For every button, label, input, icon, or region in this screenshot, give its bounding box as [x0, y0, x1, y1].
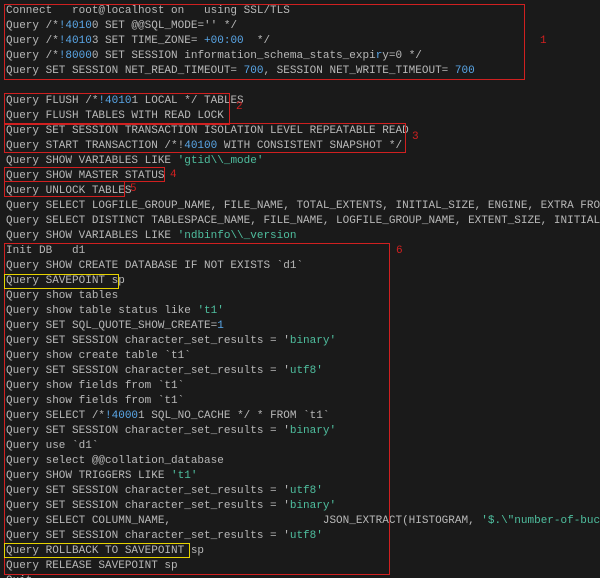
log-line: Query SET SESSION character_set_results … — [6, 334, 594, 349]
log-lines: Connect root@localhost on using SSL/TLSQ… — [6, 4, 594, 578]
log-line: Query SHOW MASTER STATUS — [6, 169, 594, 184]
log-line: Query SELECT /*!40001 SQL_NO_CACHE */ * … — [6, 409, 594, 424]
log-line: Query SELECT DISTINCT TABLESPACE_NAME, F… — [6, 214, 594, 229]
log-line: Query UNLOCK TABLES — [6, 184, 594, 199]
log-line: Query /*!40100 SET @@SQL_MODE='' */ — [6, 19, 594, 34]
log-line: Query SET SQL_QUOTE_SHOW_CREATE=1 — [6, 319, 594, 334]
log-line: Query SET SESSION character_set_results … — [6, 424, 594, 439]
terminal-screen: Connect root@localhost on using SSL/TLSQ… — [0, 0, 600, 578]
log-line: Query FLUSH /*!40101 LOCAL */ TABLES — [6, 94, 594, 109]
log-line: Query /*!80000 SET SESSION information_s… — [6, 49, 594, 64]
log-line: Query SET SESSION character_set_results … — [6, 484, 594, 499]
log-line: Quit — [6, 574, 594, 578]
log-line: Query SET SESSION character_set_results … — [6, 499, 594, 514]
log-line: Query SELECT LOGFILE_GROUP_NAME, FILE_NA… — [6, 199, 594, 214]
log-line: Query FLUSH TABLES WITH READ LOCK — [6, 109, 594, 124]
log-line: Query show fields from `t1` — [6, 394, 594, 409]
log-line: Query use `d1` — [6, 439, 594, 454]
log-line: Query SET SESSION character_set_results … — [6, 529, 594, 544]
log-line: Init DB d1 — [6, 244, 594, 259]
log-line: Query SET SESSION NET_READ_TIMEOUT= 700,… — [6, 64, 594, 79]
log-line — [6, 79, 594, 94]
log-line: Query SHOW VARIABLES LIKE 'gtid\\_mode' — [6, 154, 594, 169]
log-line: Query SHOW VARIABLES LIKE 'ndbinfo\\_ver… — [6, 229, 594, 244]
log-line: Query SET SESSION TRANSACTION ISOLATION … — [6, 124, 594, 139]
log-line: Query SHOW CREATE DATABASE IF NOT EXISTS… — [6, 259, 594, 274]
log-line: Query show fields from `t1` — [6, 379, 594, 394]
log-line: Query select @@collation_database — [6, 454, 594, 469]
log-line: Query show tables — [6, 289, 594, 304]
log-line: Query SET SESSION character_set_results … — [6, 364, 594, 379]
log-line: Query RELEASE SAVEPOINT sp — [6, 559, 594, 574]
log-line: Query show create table `t1` — [6, 349, 594, 364]
log-line: Connect root@localhost on using SSL/TLS — [6, 4, 594, 19]
log-line: Query START TRANSACTION /*!40100 WITH CO… — [6, 139, 594, 154]
log-line: Query /*!40103 SET TIME_ZONE= +00:00 */ — [6, 34, 594, 49]
log-line: Query SAVEPOINT sp — [6, 274, 594, 289]
log-line: Query ROLLBACK TO SAVEPOINT sp — [6, 544, 594, 559]
log-line: Query show table status like 't1' — [6, 304, 594, 319]
log-line: Query SHOW TRIGGERS LIKE 't1' — [6, 469, 594, 484]
log-line: Query SELECT COLUMN_NAME, JSON_EXTRACT(H… — [6, 514, 594, 529]
